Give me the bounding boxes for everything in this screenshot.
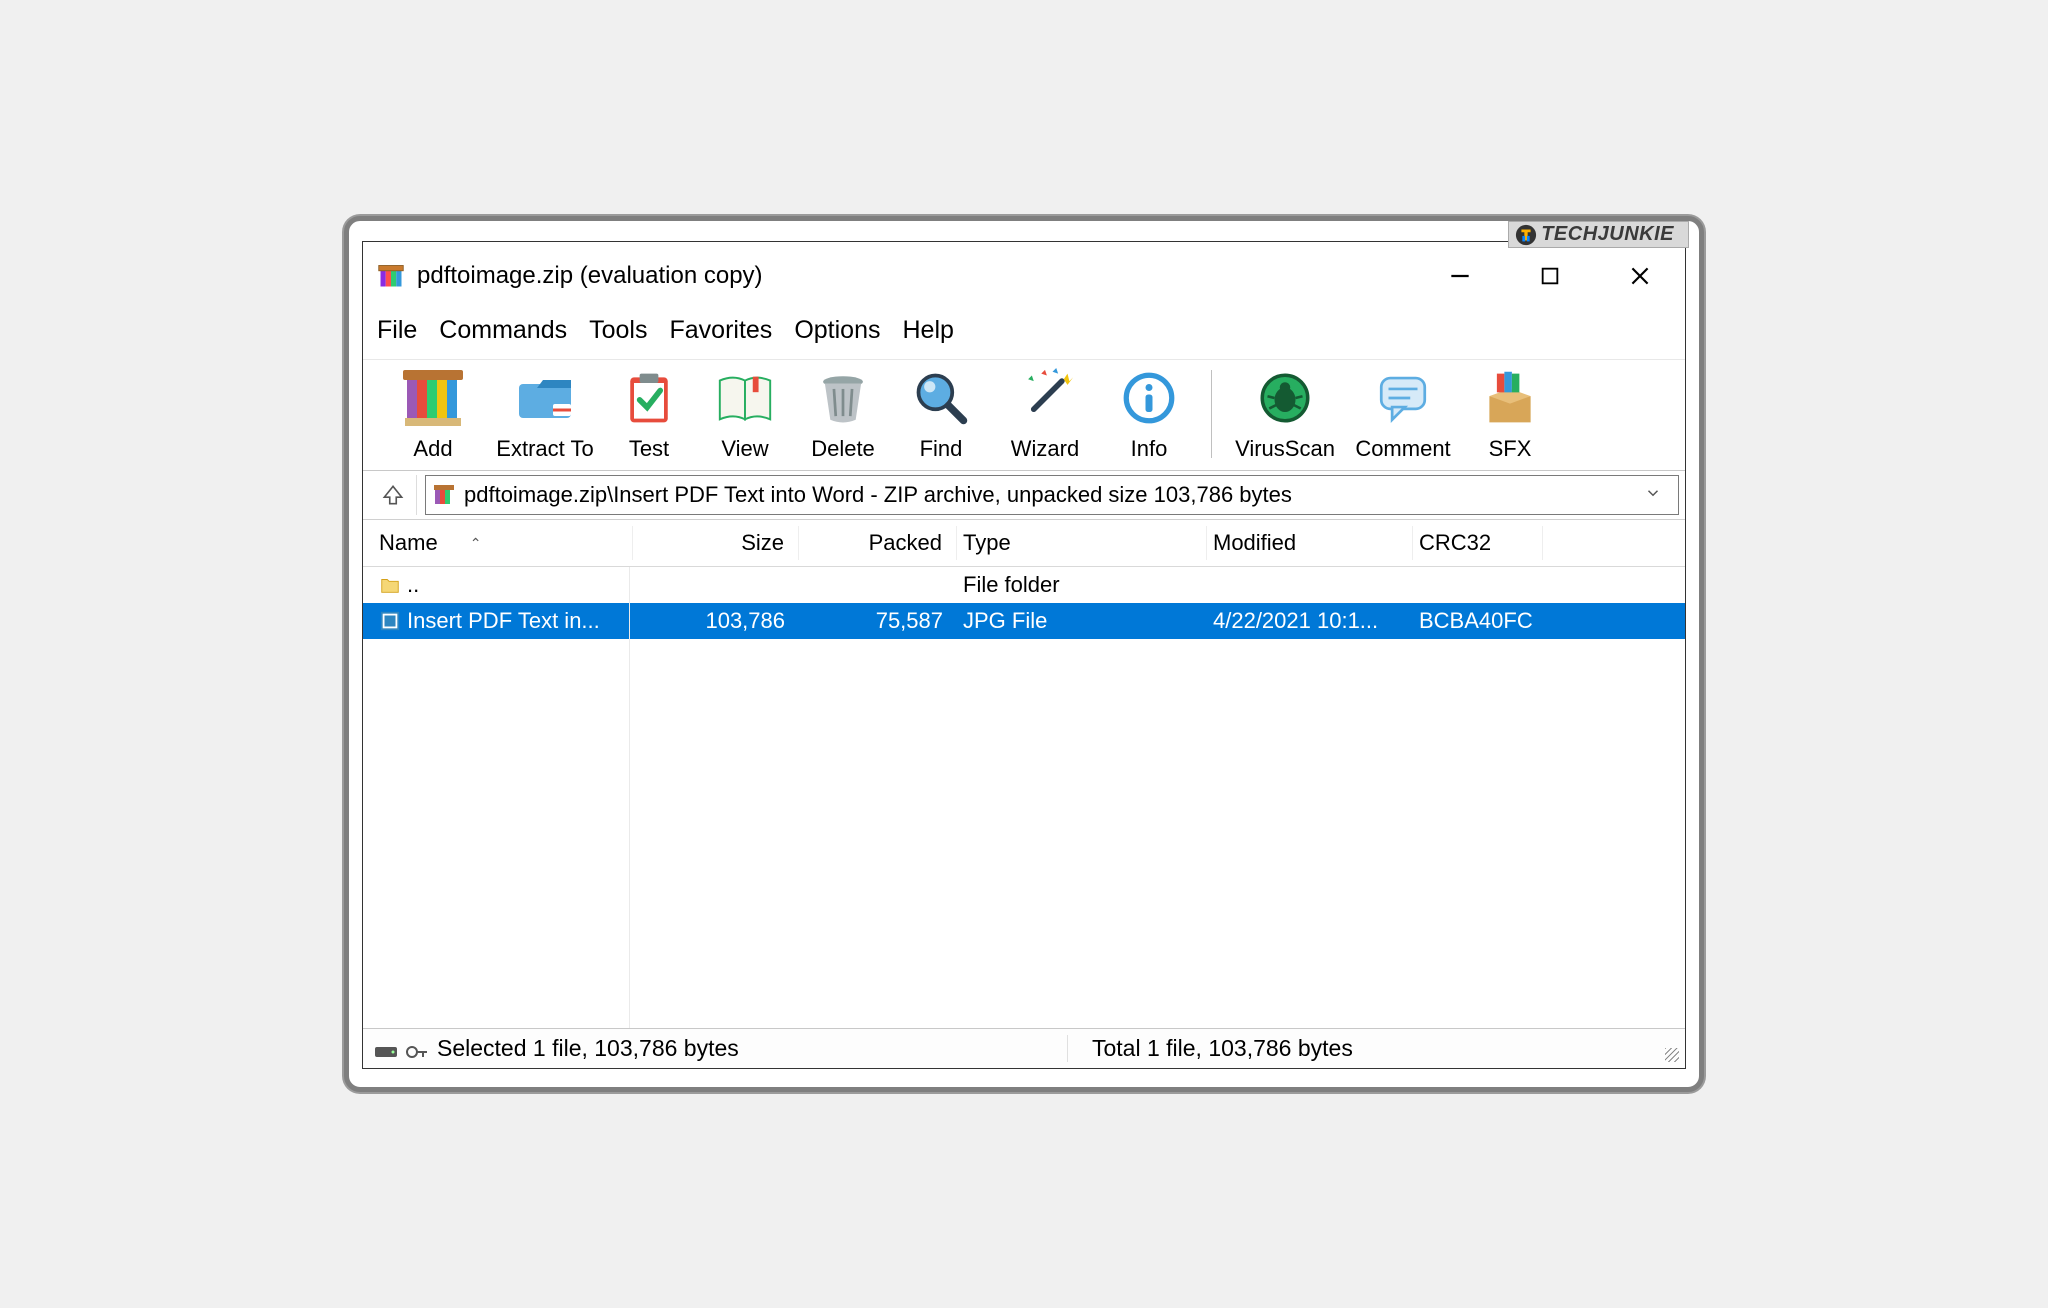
toolbar-label: Find bbox=[920, 436, 963, 462]
maximize-button[interactable] bbox=[1505, 252, 1595, 300]
file-name: .. bbox=[407, 572, 419, 598]
toolbar-label: SFX bbox=[1489, 436, 1532, 462]
watermark-icon bbox=[1515, 224, 1537, 246]
column-label: CRC32 bbox=[1419, 530, 1491, 556]
column-name[interactable]: Name ⌃ bbox=[373, 526, 633, 560]
menubar: File Commands Tools Favorites Options He… bbox=[363, 310, 1685, 359]
virusscan-button[interactable]: VirusScan bbox=[1226, 366, 1344, 462]
toolbar-label: Add bbox=[413, 436, 452, 462]
open-book-icon bbox=[713, 366, 777, 430]
red-arrow-annotation bbox=[593, 1025, 733, 1028]
sort-caret-icon: ⌃ bbox=[470, 535, 482, 552]
test-button[interactable]: Test bbox=[601, 366, 697, 462]
resize-grip[interactable] bbox=[1665, 1048, 1679, 1062]
path-text: pdftoimage.zip\Insert PDF Text into Word… bbox=[464, 482, 1626, 508]
toolbar-label: View bbox=[721, 436, 768, 462]
file-name: Insert PDF Text in... bbox=[407, 608, 600, 634]
sfx-button[interactable]: SFX bbox=[1462, 366, 1558, 462]
menu-commands[interactable]: Commands bbox=[439, 316, 567, 345]
status-selected: Selected 1 file, 103,786 bytes bbox=[437, 1035, 739, 1062]
toolbar-label: Info bbox=[1131, 436, 1168, 462]
column-size[interactable]: Size bbox=[633, 526, 799, 560]
column-packed[interactable]: Packed bbox=[799, 526, 957, 560]
column-crc32[interactable]: CRC32 bbox=[1413, 526, 1543, 560]
winrar-window: pdftoimage.zip (evaluation copy) File Co… bbox=[362, 241, 1686, 1069]
folder-icon bbox=[379, 574, 401, 596]
toolbar-label: Wizard bbox=[1011, 436, 1079, 462]
column-headers: Name ⌃ Size Packed Type Modified CRC32 bbox=[363, 520, 1685, 567]
column-label: Size bbox=[741, 530, 784, 556]
pathbar: pdftoimage.zip\Insert PDF Text into Word… bbox=[363, 471, 1685, 520]
file-modified: 4/22/2021 10:1... bbox=[1213, 608, 1378, 633]
titlebar: pdftoimage.zip (evaluation copy) bbox=[363, 242, 1685, 310]
speech-bubble-icon bbox=[1371, 366, 1435, 430]
statusbar: Selected 1 file, 103,786 bytes Total 1 f… bbox=[363, 1028, 1685, 1068]
menu-help[interactable]: Help bbox=[902, 316, 953, 345]
toolbar-label: Extract To bbox=[496, 436, 593, 462]
window-controls bbox=[1415, 252, 1685, 300]
info-button[interactable]: Info bbox=[1101, 366, 1197, 462]
watermark-text: TECHJUNKIE bbox=[1541, 223, 1674, 246]
magnifier-icon bbox=[909, 366, 973, 430]
column-label: Name bbox=[379, 530, 438, 556]
toolbar-separator bbox=[1211, 370, 1212, 458]
column-track bbox=[629, 567, 630, 1028]
toolbar-label: Test bbox=[629, 436, 669, 462]
parent-folder-row[interactable]: .. File folder bbox=[363, 567, 1685, 603]
status-total: Total 1 file, 103,786 bytes bbox=[1092, 1035, 1353, 1061]
view-button[interactable]: View bbox=[697, 366, 793, 462]
winrar-app-icon bbox=[377, 262, 405, 290]
window-title: pdftoimage.zip (evaluation copy) bbox=[417, 262, 1403, 290]
column-type[interactable]: Type bbox=[957, 526, 1207, 560]
file-list[interactable]: .. File folder Insert PDF Text in... 103… bbox=[363, 567, 1685, 1028]
image-file-icon bbox=[379, 610, 401, 632]
column-modified[interactable]: Modified bbox=[1207, 526, 1413, 560]
delete-button[interactable]: Delete bbox=[793, 366, 893, 462]
find-button[interactable]: Find bbox=[893, 366, 989, 462]
add-button[interactable]: Add bbox=[377, 366, 489, 462]
chevron-down-icon[interactable] bbox=[1634, 482, 1672, 508]
info-icon bbox=[1117, 366, 1181, 430]
comment-button[interactable]: Comment bbox=[1344, 366, 1462, 462]
file-type: JPG File bbox=[963, 608, 1047, 633]
file-size: 103,786 bbox=[705, 608, 785, 633]
toolbar-label: VirusScan bbox=[1235, 436, 1335, 462]
menu-file[interactable]: File bbox=[377, 316, 417, 345]
box-books-icon bbox=[1478, 366, 1542, 430]
extract-to-button[interactable]: Extract To bbox=[489, 366, 601, 462]
screenshot-frame: TECHJUNKIE pdftoimage.zip (evaluation co… bbox=[344, 216, 1704, 1092]
column-label: Type bbox=[963, 530, 1011, 556]
folder-extract-icon bbox=[513, 366, 577, 430]
close-button[interactable] bbox=[1595, 252, 1685, 300]
menu-options[interactable]: Options bbox=[794, 316, 880, 345]
toolbar-label: Comment bbox=[1355, 436, 1450, 462]
bug-icon bbox=[1253, 366, 1317, 430]
wizard-button[interactable]: Wizard bbox=[989, 366, 1101, 462]
wand-icon bbox=[1013, 366, 1077, 430]
toolbar: Add Extract To bbox=[363, 359, 1685, 471]
minimize-button[interactable] bbox=[1415, 252, 1505, 300]
up-button[interactable] bbox=[369, 475, 417, 515]
books-icon bbox=[401, 366, 465, 430]
column-label: Modified bbox=[1213, 530, 1296, 556]
file-crc: BCBA40FC bbox=[1419, 608, 1533, 633]
menu-tools[interactable]: Tools bbox=[589, 316, 647, 345]
drive-icon bbox=[373, 1040, 395, 1058]
archive-icon bbox=[432, 483, 456, 507]
file-row[interactable]: Insert PDF Text in... 103,786 75,587 JPG… bbox=[363, 603, 1685, 639]
key-icon bbox=[405, 1040, 427, 1058]
menu-favorites[interactable]: Favorites bbox=[670, 316, 773, 345]
file-packed: 75,587 bbox=[876, 608, 943, 633]
watermark-badge: TECHJUNKIE bbox=[1508, 221, 1689, 248]
trash-icon bbox=[811, 366, 875, 430]
path-field[interactable]: pdftoimage.zip\Insert PDF Text into Word… bbox=[425, 475, 1679, 515]
clipboard-check-icon bbox=[617, 366, 681, 430]
column-label: Packed bbox=[869, 530, 942, 556]
file-type: File folder bbox=[963, 572, 1060, 597]
toolbar-label: Delete bbox=[811, 436, 875, 462]
